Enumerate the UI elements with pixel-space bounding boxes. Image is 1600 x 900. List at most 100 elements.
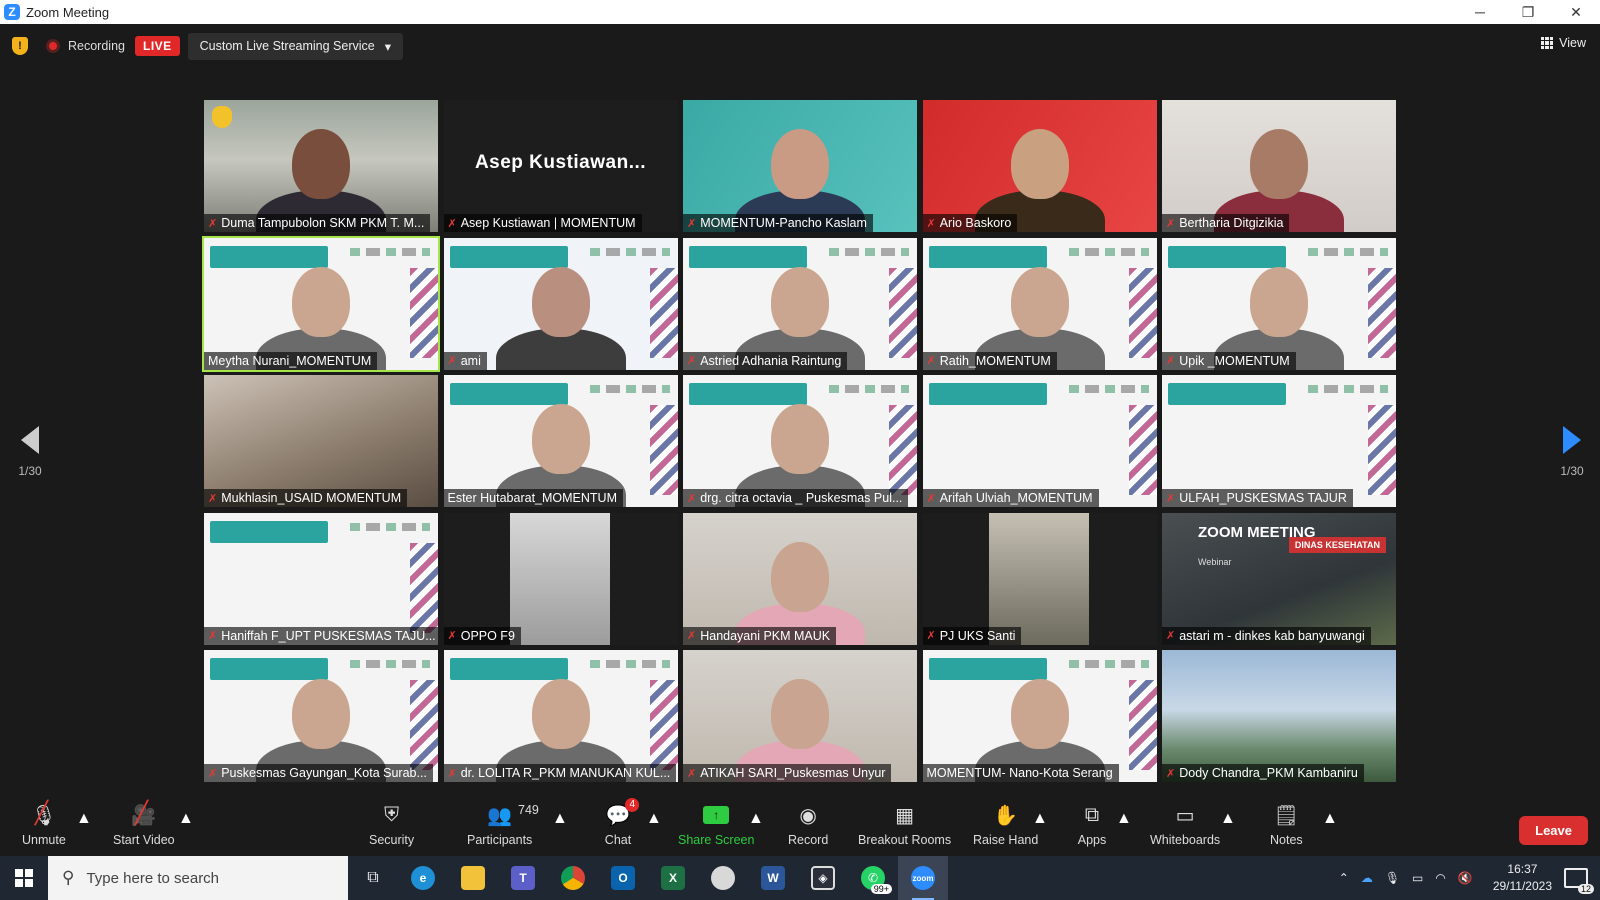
recording-icon[interactable] [46,39,60,53]
virtual-background-slide-deco [889,267,917,358]
participant-tile[interactable]: ✗ Arifah Ulviah_MOMENTUM [922,375,1157,507]
participant-tile[interactable]: ✗ Dody Chandra_PKM Kambaniru [1162,650,1396,782]
share-caret-icon[interactable]: ▲ [748,810,764,828]
microphone-icon[interactable]: 🎙 [1385,871,1400,885]
share-screen-button[interactable]: ↑ Share Screen [678,802,754,847]
leave-button[interactable]: Leave [1519,816,1588,845]
whatsapp-icon[interactable]: ✆ 99+ [848,856,898,900]
share-screen-icon: ↑ [701,802,731,828]
app-icon[interactable]: ◈ [798,856,848,900]
start-video-button[interactable]: 🎥 ╱ Start Video [113,800,175,847]
notification-center-icon[interactable]: 12 [1564,868,1594,894]
participant-tile[interactable]: Asep Kustiawan... ✗ Asep Kustiawan | MOMEN… [443,100,678,232]
participant-tile[interactable]: ✗ Ratih_MOMENTUM [922,237,1157,370]
person-head [292,266,350,337]
participant-tile[interactable]: ✗ Haniffah F_UPT PUSKESMAS TAJU... [204,512,438,645]
participant-tile[interactable]: ✗ drg. citra octavia _ Puskesmas Pul... [683,375,917,507]
record-button[interactable]: ◉ Record [788,802,828,848]
participant-tile[interactable]: ✗ ATIKAH SARI_Puskesmas Unyur [683,650,917,782]
participant-tile[interactable]: ✗ PJ UKS Santi [922,512,1157,645]
file-explorer-icon[interactable] [448,856,498,900]
participant-tile[interactable]: ✗ MOMENTUM-Pancho Kaslam [683,100,917,232]
restore-button[interactable]: ❐ [1504,0,1552,24]
start-button[interactable] [0,856,48,900]
breakout-rooms-button[interactable]: ▦ Breakout Rooms [858,802,952,848]
excel-icon[interactable]: X [648,856,698,900]
raise-hand-button[interactable]: ✋ Raise Hand [973,802,1038,848]
participant-name: ULFAH_PUSKESMAS TAJUR [1179,491,1347,505]
breakout-rooms-label: Breakout Rooms [858,833,952,847]
participant-name: Haniffah F_UPT PUSKESMAS TAJU... [221,628,436,643]
previous-page-button[interactable]: 1/30 [10,426,50,478]
apps-button[interactable]: ⧉ Apps [1077,802,1107,848]
video-options-caret-icon[interactable]: ▲ [178,810,194,828]
paint-icon[interactable] [698,856,748,900]
whiteboards-caret-icon[interactable]: ▲ [1220,810,1236,828]
notes-caret-icon[interactable]: ▲ [1322,810,1338,828]
participant-tile[interactable]: ✗ Duma Tampubolon SKM PKM T. M... [204,100,438,232]
participant-name: Handayani PKM MAUK [700,628,831,643]
participants-count: 749 [518,803,539,817]
participant-tile[interactable]: ZOOM MEETING Webinar DINAS KESEHATAN ✗ astar… [1162,512,1396,645]
chat-button[interactable]: 💬 4 Chat [603,798,639,847]
raised-hand-icon [212,106,232,128]
notes-button[interactable]: 🗒 Notes [1270,802,1303,848]
participant-tile[interactable]: ✗ ami [443,237,678,370]
security-button[interactable]: ⛨ Security [369,802,414,848]
reactions-caret-icon[interactable]: ▲ [1032,810,1048,828]
participant-nameplate: ✗ Ratih_MOMENTUM [922,351,1057,370]
view-button[interactable]: View [1541,36,1586,50]
clock-date: 29/11/2023 [1492,879,1552,893]
participant-name: MOMENTUM- Nano-Kota Serang [926,766,1113,780]
audio-options-caret-icon[interactable]: ▲ [76,810,92,828]
participant-tile[interactable]: ✗ Upik _MOMENTUM [1162,237,1396,370]
person-head [531,404,590,475]
participant-tile[interactable]: ✗ Puskesmas Gayungan_Kota Surab... [204,650,438,782]
participant-tile[interactable]: ✗ Astried Adhania Raintung [683,237,917,370]
virtual-background-slide-bar [928,383,1047,405]
participant-tile[interactable]: ✗ Ario Baskoro [922,100,1157,232]
chrome-icon[interactable] [548,856,598,900]
shield-icon[interactable]: ! [12,37,28,55]
windows-logo-icon [15,869,33,887]
taskbar-clock[interactable]: 16:37 29/11/2023 [1493,861,1552,895]
participant-tile[interactable]: ✗ Mukhlasin_USAID MOMENTUM [204,375,438,507]
participant-tile[interactable]: ✗ dr. LOLITA R_PKM MANUKAN KUL... [443,650,678,782]
participant-tile[interactable]: MOMENTUM- Nano-Kota Serang [922,650,1157,782]
participant-tile[interactable]: Ester Hutabarat_MOMENTUM [443,375,678,507]
unmute-button[interactable]: 🎙 ╱ Unmute [22,800,66,847]
recording-label[interactable]: Recording [68,39,125,53]
outlook-icon[interactable]: O [598,856,648,900]
participant-tile[interactable]: Meytha Nurani_MOMENTUM [202,235,440,372]
wifi-icon[interactable]: ◠ [1435,871,1445,885]
zoom-taskbar-icon[interactable]: zoom [898,856,948,900]
live-stream-service-button[interactable]: Custom Live Streaming Service ▾ [187,32,404,60]
virtual-background-slide-deco [1128,680,1157,770]
whiteboards-button[interactable]: ▭ Whiteboards [1150,802,1220,848]
participant-tile[interactable]: ✗ OPPO F9 [443,512,678,645]
battery-icon[interactable]: ▭ [1412,871,1423,885]
participant-tile[interactable]: ✗ ULFAH_PUSKESMAS TAJUR [1162,375,1396,507]
participant-name: Mukhlasin_USAID MOMENTUM [221,491,402,505]
speaker-muted-icon[interactable]: 🔇 [1458,871,1473,885]
minimize-button[interactable]: ─ [1456,0,1504,24]
participant-tile[interactable]: ✗ Handayani PKM MAUK [683,512,917,645]
participant-tile[interactable]: ✗ Bertharia Ditgizikia [1162,100,1396,232]
participant-name: Puskesmas Gayungan_Kota Surab... [221,766,427,780]
onedrive-icon[interactable]: ☁ [1361,871,1373,885]
chat-caret-icon[interactable]: ▲ [646,810,662,828]
teams-icon[interactable]: T [498,856,548,900]
taskbar-search[interactable]: ⚲ Type here to search [48,856,348,900]
participants-caret-icon[interactable]: ▲ [552,810,568,828]
word-icon[interactable]: W [748,856,798,900]
meeting-controls: 🎙 ╱ Unmute ▲ 🎥 ╱ Start Video ▲ ⛨ Security … [0,798,1600,856]
next-page-button[interactable]: 1/30 [1552,426,1592,478]
chat-label: Chat [604,833,632,847]
apps-caret-icon[interactable]: ▲ [1116,810,1132,828]
whiteboard-icon: ▭ [1175,804,1195,827]
task-view-icon[interactable]: ⧉ [348,856,398,900]
close-button[interactable]: ✕ [1552,0,1600,24]
live-badge[interactable]: LIVE [134,36,180,56]
chevron-up-icon[interactable]: ⌃ [1339,871,1349,885]
edge-icon[interactable]: e [398,856,448,900]
